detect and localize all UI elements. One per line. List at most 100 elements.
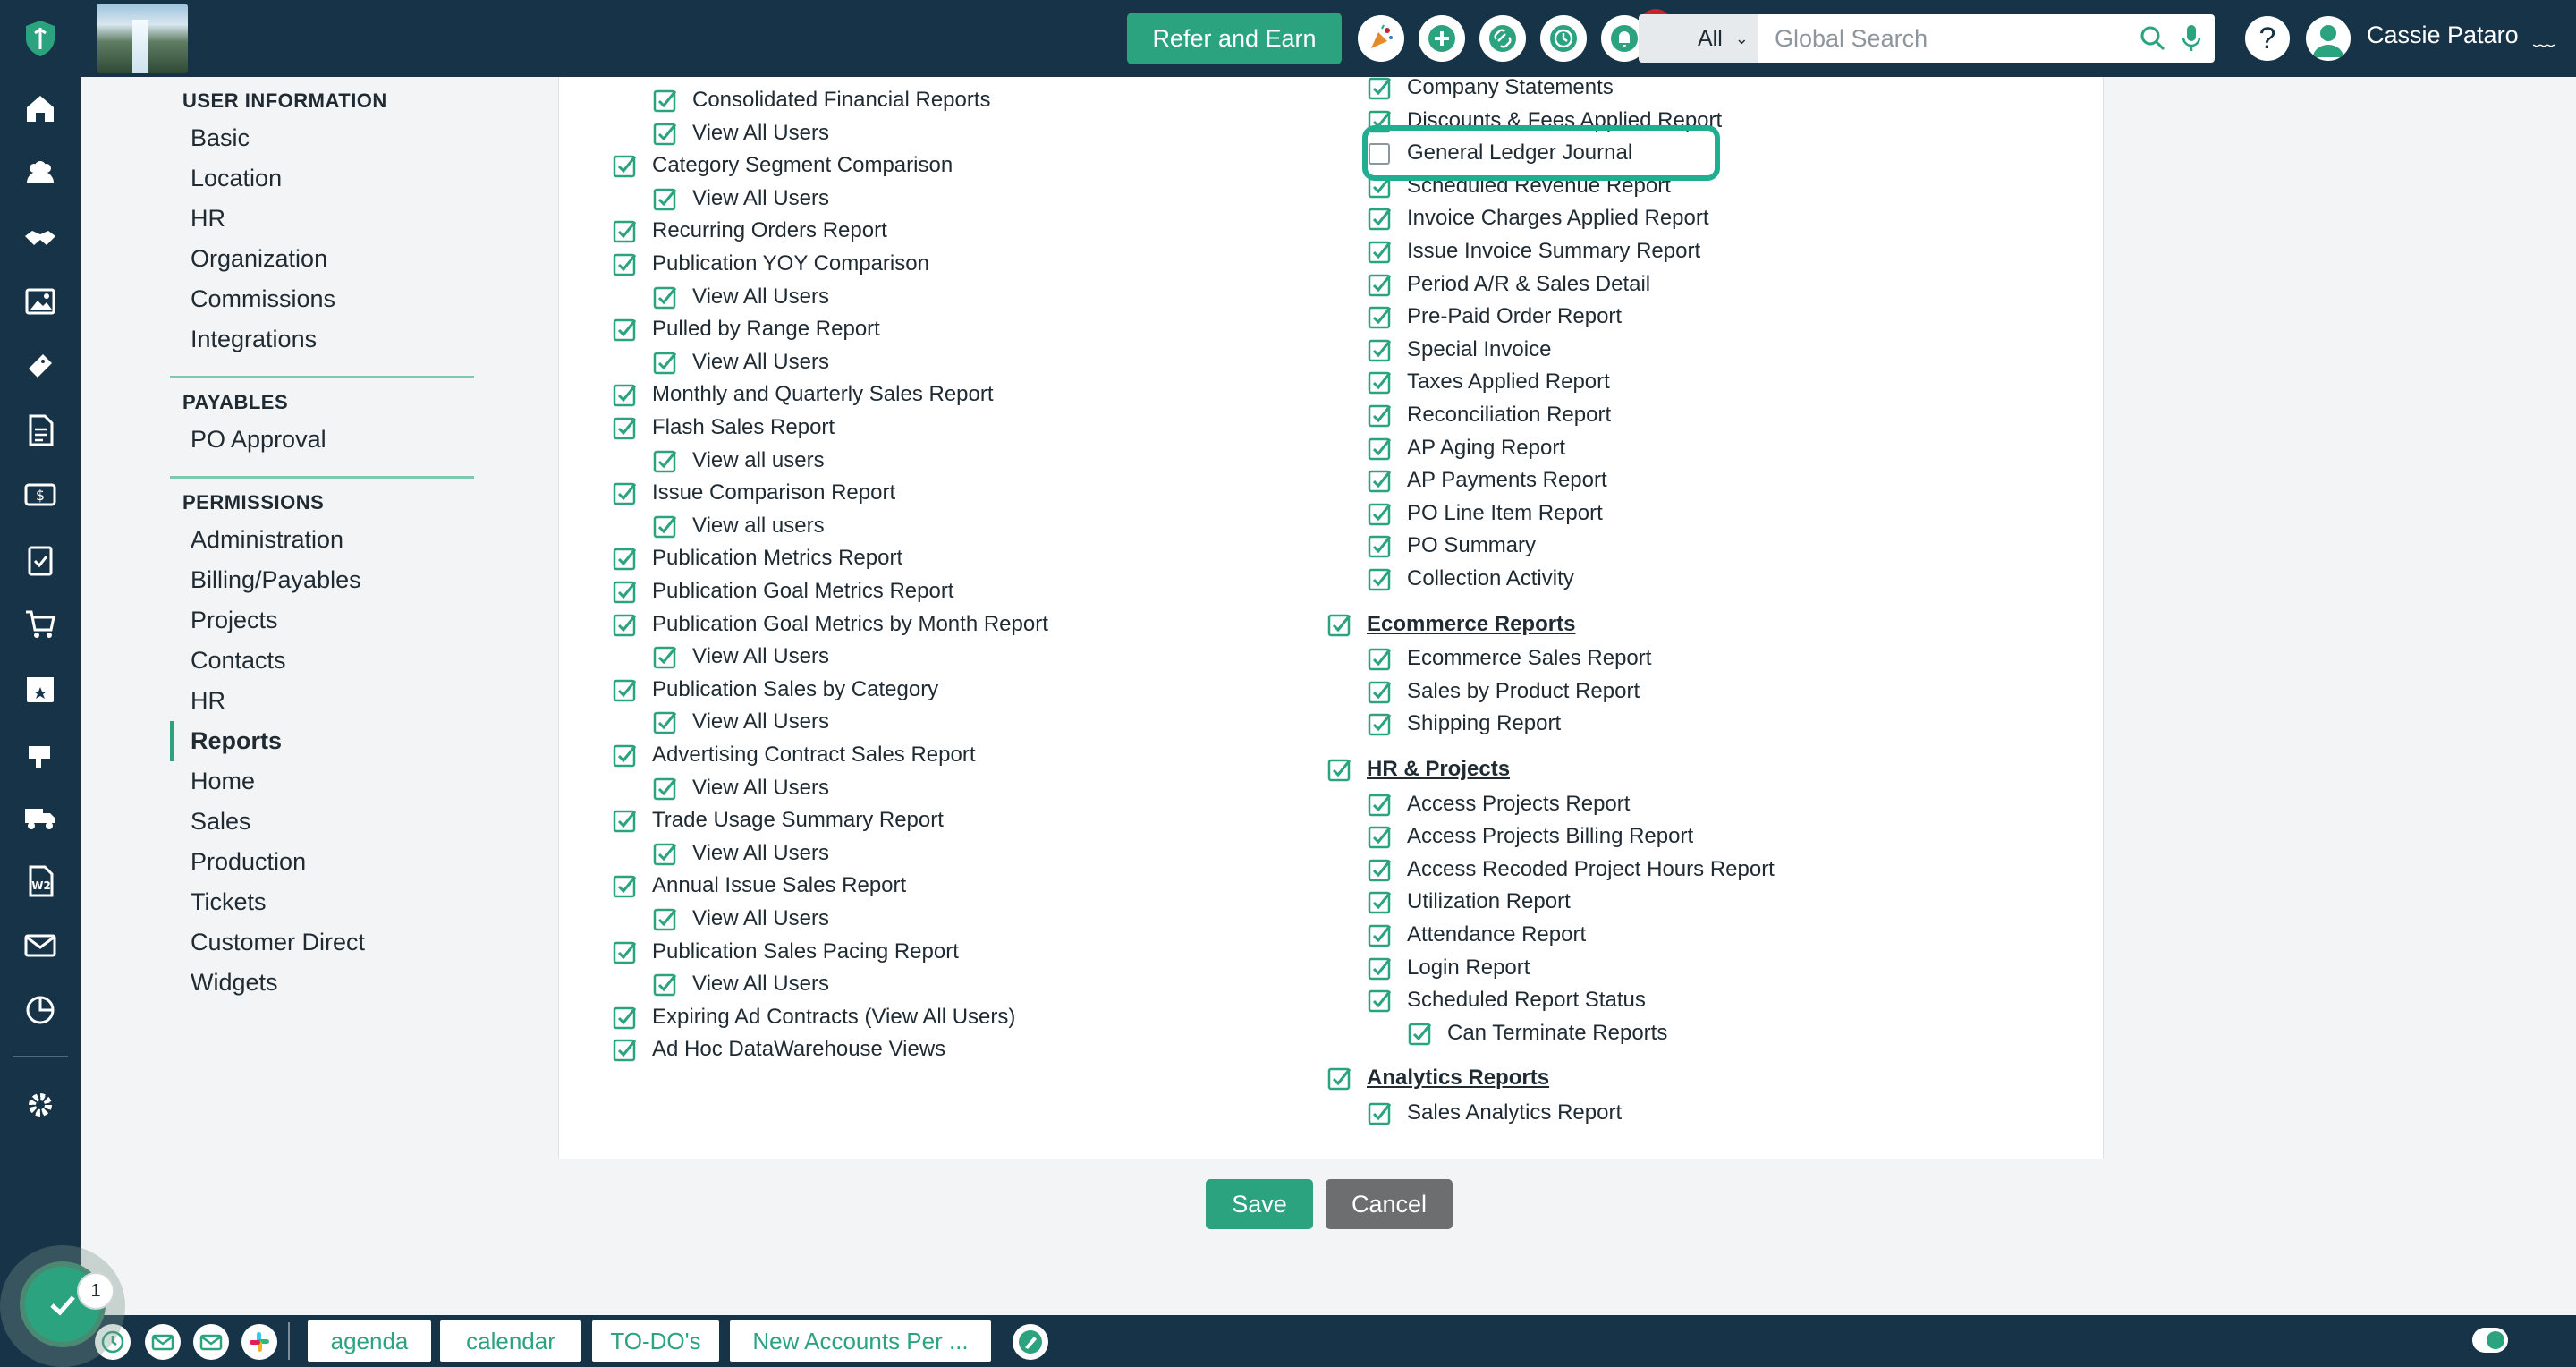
checked-checkbox-icon[interactable]	[1368, 711, 1393, 736]
checked-checkbox-icon[interactable]	[613, 873, 638, 898]
permission-checkbox-row[interactable]: Utilization Report	[1368, 886, 1571, 918]
permission-checkbox-row[interactable]: Access Projects Report	[1368, 788, 1630, 820]
permission-checkbox-row[interactable]: View All Users	[653, 706, 829, 738]
permission-checkbox-row[interactable]: Period A/R & Sales Detail	[1368, 268, 1650, 301]
mail-icon[interactable]	[23, 929, 57, 963]
bottom-tab-calendar[interactable]: calendar	[440, 1320, 581, 1362]
checked-checkbox-icon[interactable]	[653, 284, 678, 310]
inbox-icon[interactable]	[193, 1324, 229, 1360]
mail-icon[interactable]	[145, 1324, 181, 1360]
user-menu-chevron-icon[interactable]: ﹏	[2533, 20, 2555, 51]
menu-item-home[interactable]: Home	[170, 761, 483, 802]
checked-checkbox-icon[interactable]	[613, 218, 638, 243]
checked-checkbox-icon[interactable]	[1368, 403, 1393, 428]
document-icon[interactable]	[23, 413, 57, 447]
checked-checkbox-icon[interactable]	[613, 251, 638, 276]
theme-toggle[interactable]	[2472, 1328, 2508, 1353]
checked-checkbox-icon[interactable]	[1368, 889, 1393, 914]
checked-checkbox-icon[interactable]	[1368, 337, 1393, 362]
checked-checkbox-icon[interactable]	[613, 677, 638, 702]
analytics-icon[interactable]	[23, 993, 57, 1027]
checked-checkbox-icon[interactable]	[1368, 857, 1393, 882]
permission-checkbox-row[interactable]: Sales Analytics Report	[1368, 1097, 1622, 1129]
menu-item-organization[interactable]: Organization	[170, 239, 483, 279]
menu-item-reports[interactable]: Reports	[170, 721, 483, 761]
permission-checkbox-row[interactable]: Access Projects Billing Report	[1368, 820, 1693, 853]
permission-checkbox-row[interactable]: Reconciliation Report	[1368, 399, 1611, 431]
checked-checkbox-icon[interactable]	[1368, 501, 1393, 526]
checked-checkbox-icon[interactable]	[1368, 679, 1393, 704]
truck-icon[interactable]	[23, 800, 57, 834]
permission-group-heading[interactable]: Ecommerce Reports	[1327, 608, 1575, 641]
pencil-icon[interactable]	[1013, 1324, 1048, 1360]
home-icon[interactable]	[23, 91, 57, 125]
checked-checkbox-icon[interactable]	[653, 709, 678, 734]
permission-checkbox-row[interactable]: Recurring Orders Report	[613, 215, 887, 247]
checked-checkbox-icon[interactable]	[1368, 988, 1393, 1013]
celebration-icon[interactable]	[1358, 15, 1404, 62]
menu-item-hr[interactable]: HR	[170, 681, 483, 721]
menu-item-po-approval[interactable]: PO Approval	[170, 420, 483, 460]
calendar-star-icon[interactable]	[23, 671, 57, 705]
permission-checkbox-row[interactable]: Pulled by Range Report	[613, 313, 880, 345]
permission-checkbox-row[interactable]: Publication Goal Metrics Report	[613, 575, 953, 607]
menu-item-hr[interactable]: HR	[170, 199, 483, 239]
permission-checkbox-row[interactable]: View all users	[653, 445, 825, 477]
search-icon[interactable]	[2140, 25, 2166, 52]
permission-checkbox-row[interactable]: View All Users	[653, 968, 829, 1000]
permission-checkbox-row[interactable]: View All Users	[653, 641, 829, 673]
checked-checkbox-icon[interactable]	[613, 480, 638, 505]
permission-group-heading[interactable]: Analytics Reports	[1327, 1062, 1549, 1094]
checked-checkbox-icon[interactable]	[653, 906, 678, 931]
save-button[interactable]: Save	[1206, 1179, 1313, 1229]
cancel-button[interactable]: Cancel	[1326, 1179, 1453, 1229]
permission-checkbox-row[interactable]: Pre-Paid Order Report	[1368, 301, 1622, 333]
menu-item-widgets[interactable]: Widgets	[170, 963, 483, 1003]
checked-checkbox-icon[interactable]	[653, 448, 678, 473]
permission-checkbox-row[interactable]: Flash Sales Report	[613, 412, 835, 444]
app-logo[interactable]	[0, 0, 80, 77]
checked-checkbox-icon[interactable]	[613, 1037, 638, 1062]
checked-checkbox-icon[interactable]	[1368, 566, 1393, 591]
checked-checkbox-icon[interactable]	[613, 939, 638, 964]
checked-checkbox-icon[interactable]	[653, 186, 678, 211]
checked-checkbox-icon[interactable]	[653, 88, 678, 113]
checked-checkbox-icon[interactable]	[1368, 304, 1393, 329]
menu-item-basic[interactable]: Basic	[170, 118, 483, 158]
checked-checkbox-icon[interactable]	[653, 644, 678, 669]
permission-checkbox-row[interactable]: View All Users	[653, 281, 829, 313]
permission-checkbox-row[interactable]: Company Statements	[1368, 72, 1614, 104]
menu-item-location[interactable]: Location	[170, 158, 483, 199]
user-name[interactable]: Cassie Pataro	[2367, 21, 2519, 49]
permission-checkbox-row[interactable]: Taxes Applied Report	[1368, 366, 1610, 398]
checked-checkbox-icon[interactable]	[613, 546, 638, 571]
checked-checkbox-icon[interactable]	[653, 121, 678, 146]
checked-checkbox-icon[interactable]	[1327, 612, 1352, 637]
checked-checkbox-icon[interactable]	[653, 350, 678, 375]
permission-checkbox-row[interactable]: Can Terminate Reports	[1408, 1017, 1667, 1049]
checked-checkbox-icon[interactable]	[653, 841, 678, 866]
checked-checkbox-icon[interactable]	[613, 743, 638, 768]
menu-item-contacts[interactable]: Contacts	[170, 641, 483, 681]
checked-checkbox-icon[interactable]	[1408, 1021, 1433, 1046]
checked-checkbox-icon[interactable]	[1327, 1066, 1352, 1091]
menu-item-projects[interactable]: Projects	[170, 600, 483, 641]
checked-checkbox-icon[interactable]	[1368, 468, 1393, 493]
permission-checkbox-row[interactable]: Publication Goal Metrics by Month Report	[613, 608, 1048, 641]
mailbox-icon[interactable]	[23, 735, 57, 769]
permission-checkbox-row[interactable]: PO Summary	[1368, 530, 1536, 562]
permission-checkbox-row[interactable]: View All Users	[653, 346, 829, 378]
permission-checkbox-row[interactable]: Category Segment Comparison	[613, 149, 953, 182]
menu-item-billing-payables[interactable]: Billing/Payables	[170, 560, 483, 600]
permission-checkbox-row[interactable]: Attendance Report	[1368, 919, 1586, 951]
refer-and-earn-button[interactable]: Refer and Earn	[1127, 13, 1342, 64]
permission-checkbox-row[interactable]: Issue Comparison Report	[613, 477, 895, 509]
checked-checkbox-icon[interactable]	[1368, 533, 1393, 558]
checked-checkbox-icon[interactable]	[1368, 239, 1393, 264]
checked-checkbox-icon[interactable]	[653, 514, 678, 539]
permission-group-heading[interactable]: HR & Projects	[1327, 753, 1510, 785]
checked-checkbox-icon[interactable]	[1368, 824, 1393, 849]
menu-item-commissions[interactable]: Commissions	[170, 279, 483, 319]
checked-checkbox-icon[interactable]	[1368, 792, 1393, 817]
permission-checkbox-row[interactable]: Collection Activity	[1368, 563, 1574, 595]
